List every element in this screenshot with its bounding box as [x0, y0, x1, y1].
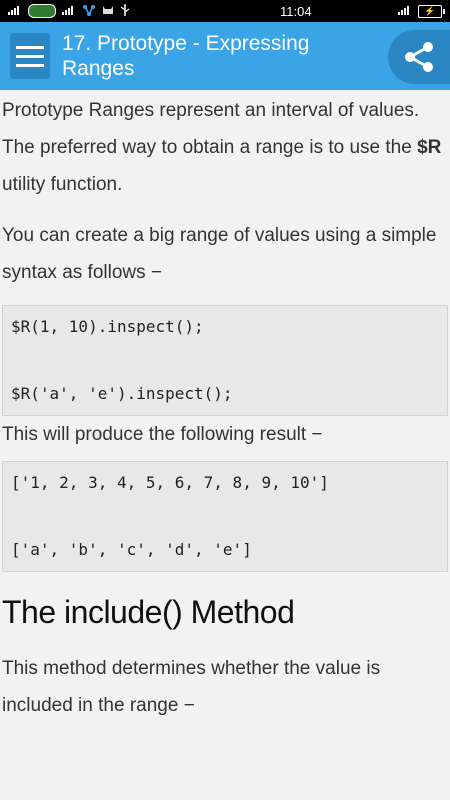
code-line: $R('a', 'e').inspect(); [11, 384, 233, 403]
page-title: 17. Prototype - Expressing Ranges [62, 32, 310, 80]
status-bar: 11:04 ⚡ [0, 0, 450, 22]
signal-icon [8, 5, 22, 18]
cat-icon [102, 4, 114, 19]
intro-text-end: utility function. [2, 174, 123, 195]
status-right-icons: ⚡ [398, 4, 445, 18]
code-line: $R(1, 10).inspect(); [11, 317, 204, 336]
status-left-icons [8, 3, 130, 19]
usb-icon [120, 3, 130, 19]
battery-icon: ⚡ [418, 4, 445, 18]
result-line: ['a', 'b', 'c', 'd', 'e'] [11, 540, 252, 559]
network-share-icon [82, 4, 96, 19]
include-paragraph: This method determines whether the value… [2, 658, 381, 716]
intro-paragraph: Prototype Ranges represent an interval o… [2, 92, 448, 203]
sim-signal-icon [398, 5, 412, 18]
code-block: $R(1, 10).inspect(); $R('a', 'e').inspec… [2, 305, 448, 416]
hamburger-menu-icon[interactable] [10, 33, 50, 79]
result-paragraph: This will produce the following result − [2, 424, 323, 445]
intro-bold-term: $R [417, 137, 442, 158]
share-button[interactable] [388, 30, 450, 84]
syntax-paragraph: You can create a big range of values usi… [2, 225, 437, 283]
result-line: ['1, 2, 3, 4, 5, 6, 7, 8, 9, 10'] [11, 473, 329, 492]
status-time: 11:04 [280, 3, 312, 19]
result-block: ['1, 2, 3, 4, 5, 6, 7, 8, 9, 10'] ['a', … [2, 461, 448, 572]
charging-glyph: ⚡ [424, 5, 436, 16]
signal-2-icon [62, 5, 76, 18]
app-bar: 17. Prototype - Expressing Ranges [0, 22, 450, 90]
intro-text: Prototype Ranges represent an interval o… [2, 100, 420, 158]
carrier-logo-icon [28, 4, 56, 18]
section-heading: The include() Method [2, 594, 295, 630]
share-icon [405, 42, 433, 72]
article-content: Prototype Ranges represent an interval o… [0, 92, 450, 724]
